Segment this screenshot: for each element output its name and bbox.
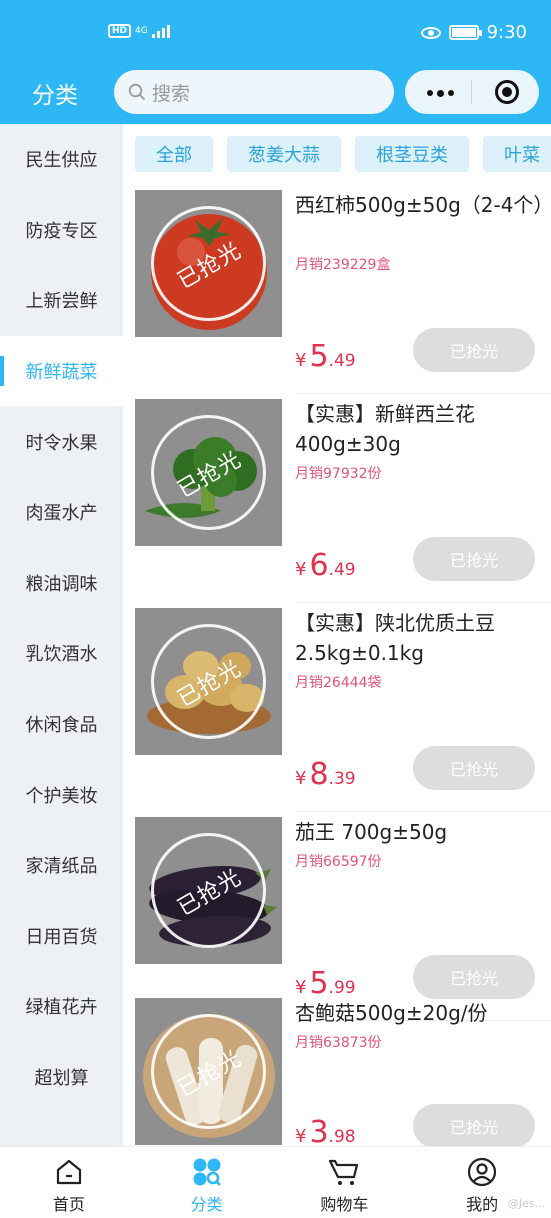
more-icon[interactable] <box>427 89 454 97</box>
sidebar-item-drinks[interactable]: 乳饮酒水 <box>0 618 123 689</box>
sidebar-item-vegetables[interactable]: 新鲜蔬菜 <box>0 335 123 407</box>
product-image-eggplant: 已抢光 <box>135 817 282 964</box>
sold-out-button[interactable]: 已抢光 <box>413 1104 535 1146</box>
battery-icon <box>448 25 482 40</box>
capsule-divider <box>471 80 472 104</box>
network-type: 4G <box>135 26 148 36</box>
product-name: 【实惠】陕北优质土豆2.5kg±0.1kg <box>295 611 495 665</box>
chip-all[interactable]: 全部 <box>135 136 213 172</box>
product-sales: 月销66597份 <box>295 854 382 870</box>
subcategory-chips: 全部 葱姜大蒜 根茎豆类 叶菜 <box>135 136 551 172</box>
bottom-tab-bar: 首页 分类 购物车 我的 @Jes... <box>0 1146 551 1218</box>
divider <box>295 811 551 812</box>
search-icon <box>128 83 146 101</box>
sold-out-stamp: 已抢光 <box>151 1014 266 1129</box>
signal-icon <box>151 24 170 38</box>
product-card[interactable]: 已抢光 【实惠】新鲜西兰花400g±30g 月销97932份 ¥6.49 已抢光 <box>135 395 551 603</box>
product-name: 西红柿500g±50g（2-4个） <box>295 193 551 217</box>
sold-out-stamp: 已抢光 <box>151 624 266 739</box>
divider <box>295 393 551 394</box>
sidebar-item-deals[interactable]: 超划算 <box>0 1042 123 1113</box>
hd-badge: HD <box>108 24 132 38</box>
product-image-king-oyster-mushroom: 已抢光 <box>135 998 282 1145</box>
product-area: 全部 葱姜大蒜 根茎豆类 叶菜 已抢光 西红柿500g±50g（2-4个） 月销… <box>123 124 551 1146</box>
chip-roots-beans[interactable]: 根茎豆类 <box>355 136 469 172</box>
network-indicators: HD 4G <box>108 24 170 38</box>
eye-icon <box>420 26 441 39</box>
product-price: ¥5.49 <box>295 339 356 374</box>
page-title: 分类 <box>32 83 78 109</box>
product-sales: 月销63873份 <box>295 1035 382 1051</box>
sidebar-item-fangyi[interactable]: 防疫专区 <box>0 195 123 266</box>
sidebar-item-plants[interactable]: 绿植花卉 <box>0 971 123 1042</box>
sidebar-item-beauty[interactable]: 个护美妆 <box>0 759 123 830</box>
sold-out-stamp: 已抢光 <box>151 833 266 948</box>
product-name: 茄王 700g±50g <box>295 820 448 844</box>
product-name: 杏鲍菇500g±20g/份 <box>295 1001 488 1025</box>
tab-label: 我的 <box>466 1195 499 1214</box>
product-image-broccoli: 已抢光 <box>135 399 282 546</box>
product-price: ¥3.98 <box>295 1115 356 1146</box>
divider <box>295 602 551 603</box>
tab-category[interactable]: 分类 <box>138 1147 276 1218</box>
sidebar-item-meat-seafood[interactable]: 肉蛋水产 <box>0 477 123 548</box>
sold-out-button[interactable]: 已抢光 <box>413 537 535 581</box>
product-card[interactable]: 已抢光 【实惠】陕北优质土豆2.5kg±0.1kg 月销26444袋 ¥8.39… <box>135 604 551 812</box>
search-placeholder: 搜索 <box>152 82 191 105</box>
clock: 9:30 <box>486 22 527 43</box>
home-icon <box>56 1159 81 1185</box>
sidebar-item-snacks[interactable]: 休闲食品 <box>0 689 123 760</box>
sold-out-button[interactable]: 已抢光 <box>413 955 535 999</box>
product-sales: 月销97932份 <box>295 466 382 482</box>
search-input[interactable]: 搜索 <box>114 70 394 114</box>
sidebar-item-minsheng[interactable]: 民生供应 <box>0 124 123 195</box>
header: 分类 搜索 <box>0 62 551 124</box>
tab-label: 首页 <box>52 1195 85 1214</box>
product-sales: 月销26444袋 <box>295 675 382 691</box>
product-name: 【实惠】新鲜西兰花400g±30g <box>295 402 475 456</box>
watermark: @Jes... <box>507 1197 545 1210</box>
chip-leafy[interactable]: 叶菜 <box>483 136 551 172</box>
product-price: ¥8.39 <box>295 757 356 792</box>
sold-out-button[interactable]: 已抢光 <box>413 328 535 372</box>
status-bar: HD 4G 9:30 <box>0 0 551 62</box>
product-card[interactable]: 已抢光 茄王 700g±50g 月销66597份 ¥5.99 已抢光 <box>135 813 551 1021</box>
sidebar-item-grain-oil[interactable]: 粮油调味 <box>0 548 123 619</box>
category-sidebar: 民生供应 防疫专区 上新尝鲜 新鲜蔬菜 时令水果 肉蛋水产 粮油调味 乳饮酒水 … <box>0 124 123 1146</box>
sold-out-stamp: 已抢光 <box>151 206 266 321</box>
product-image-tomato: 已抢光 <box>135 190 282 337</box>
status-right: 9:30 <box>420 22 527 43</box>
sidebar-item-fruits[interactable]: 时令水果 <box>0 406 123 477</box>
close-miniprogram-icon[interactable] <box>495 80 519 104</box>
product-image-potato: 已抢光 <box>135 608 282 755</box>
product-sales: 月销239229盒 <box>295 257 391 273</box>
tab-home[interactable]: 首页 <box>0 1147 138 1218</box>
sidebar-item-shangxin[interactable]: 上新尝鲜 <box>0 265 123 336</box>
sidebar-item-cleaning[interactable]: 家清纸品 <box>0 830 123 901</box>
cart-icon <box>329 1159 359 1185</box>
product-card[interactable]: 已抢光 西红柿500g±50g（2-4个） 月销239229盒 ¥5.49 已抢… <box>135 186 551 394</box>
product-price: ¥6.49 <box>295 548 356 583</box>
tab-label: 购物车 <box>320 1195 369 1214</box>
product-card[interactable]: 已抢光 杏鲍菇500g±20g/份 月销63873份 ¥3.98 已抢光 <box>135 994 551 1146</box>
sidebar-item-daily-goods[interactable]: 日用百货 <box>0 901 123 972</box>
tab-label: 分类 <box>190 1195 223 1214</box>
profile-icon <box>468 1157 497 1187</box>
tab-cart[interactable]: 购物车 <box>276 1147 414 1218</box>
category-icon <box>193 1158 221 1186</box>
chip-aromatics[interactable]: 葱姜大蒜 <box>227 136 341 172</box>
sold-out-button[interactable]: 已抢光 <box>413 746 535 790</box>
sold-out-stamp: 已抢光 <box>151 415 266 530</box>
miniprogram-capsule <box>405 70 539 114</box>
